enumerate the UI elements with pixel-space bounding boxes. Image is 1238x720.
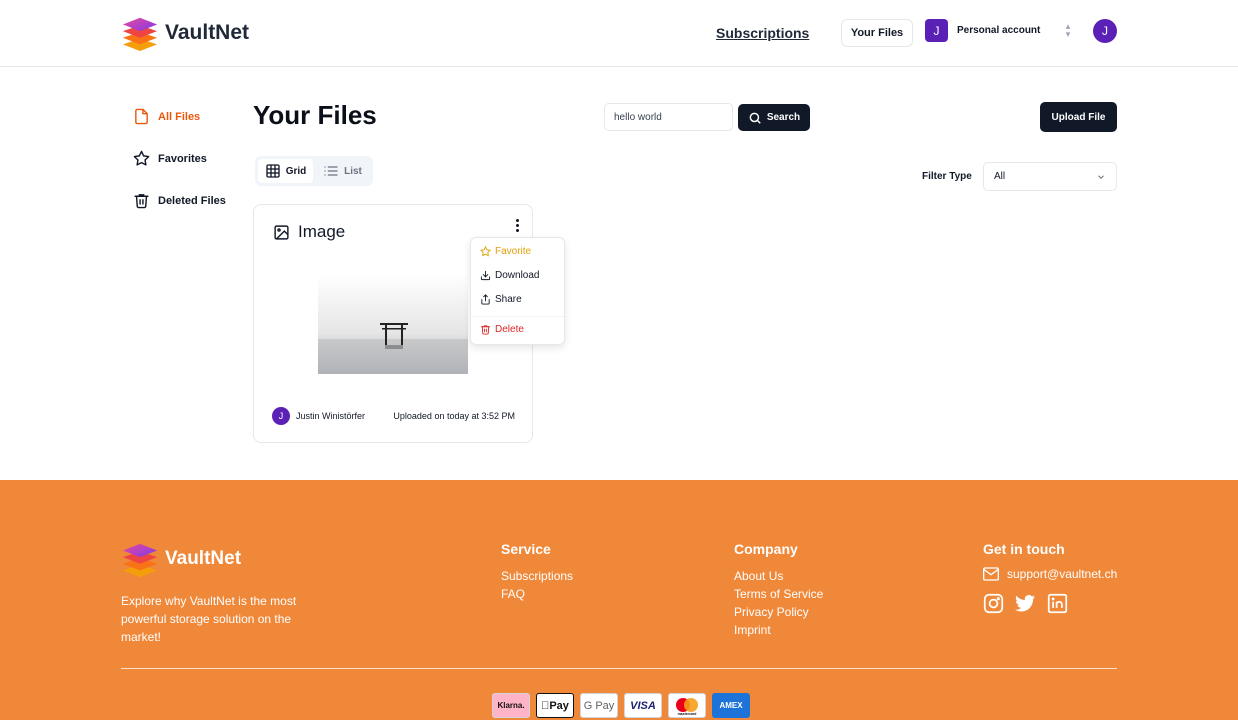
amex-icon: AMEX	[712, 693, 750, 718]
your-files-button[interactable]: Your Files	[841, 19, 913, 47]
download-icon	[480, 270, 491, 281]
brand-name: VaultNet	[165, 21, 250, 44]
view-toggle: Grid List	[255, 156, 373, 186]
footer-link-terms[interactable]: Terms of Service	[734, 585, 823, 603]
menu-item-delete[interactable]: Delete	[480, 324, 524, 335]
logo-icon	[122, 543, 158, 578]
mail-icon	[983, 567, 999, 581]
footer-company-column: Company About Us Terms of Service Privac…	[734, 541, 823, 639]
mastercard-icon: mastercard	[668, 693, 706, 718]
filter-type-label: Filter Type	[922, 171, 972, 182]
linkedin-icon[interactable]	[1047, 593, 1068, 614]
account-label: Personal account	[957, 25, 1041, 36]
file-icon	[135, 108, 148, 125]
footer-brand-name: VaultNet	[165, 548, 242, 569]
uploader-name: Justin Winistörfer	[296, 411, 366, 421]
grid-icon	[266, 164, 280, 178]
file-card-header: Image	[273, 222, 345, 242]
footer-service-heading: Service	[501, 541, 551, 557]
menu-item-label: Favorite	[495, 246, 532, 257]
account-initial: J	[925, 19, 948, 42]
search-icon	[749, 112, 761, 124]
footer-link-privacy[interactable]: Privacy Policy	[734, 603, 823, 621]
filter-type-select[interactable]: All	[983, 162, 1117, 191]
page-title: Your Files	[253, 100, 377, 130]
sidebar-item-label: All Files	[158, 110, 201, 123]
nav-subscriptions[interactable]: Subscriptions	[716, 25, 809, 41]
footer-service-column: Service Subscriptions FAQ	[501, 541, 573, 603]
uploader: J Justin Winistörfer	[272, 407, 365, 425]
trash-icon	[480, 325, 491, 335]
menu-item-label: Delete	[495, 324, 524, 335]
twitter-icon[interactable]	[1015, 593, 1036, 614]
search-button[interactable]: Search	[738, 104, 810, 131]
top-header: VaultNet Subscriptions Your Files J Pers…	[0, 0, 1238, 67]
view-list-label: List	[344, 165, 362, 177]
footer-email-text: support@vaultnet.ch	[1007, 567, 1118, 581]
footer-email[interactable]: support@vaultnet.ch	[983, 567, 1117, 581]
file-type-label: Image	[298, 222, 346, 241]
account-switcher[interactable]: J Personal account	[925, 19, 1040, 42]
filter-type-value: All	[994, 171, 1006, 182]
footer-link-faq[interactable]: FAQ	[501, 585, 573, 603]
brand-logo[interactable]: VaultNet	[121, 13, 249, 53]
site-footer: VaultNet Explore why VaultNet is the mos…	[0, 480, 1238, 720]
social-links	[983, 593, 1117, 614]
list-icon	[324, 166, 338, 176]
apple-pay-label: 	[541, 700, 549, 712]
visa-icon: VISA	[624, 693, 662, 718]
footer-contact-column: Get in touch support@vaultnet.ch	[983, 541, 1117, 614]
sidebar-item-favorites[interactable]: Favorites	[133, 150, 207, 167]
view-grid-label: Grid	[285, 165, 307, 177]
upload-file-button[interactable]: Upload File	[1040, 102, 1117, 132]
sidebar-item-label: Deleted Files	[158, 194, 226, 207]
user-avatar[interactable]: J	[1093, 19, 1117, 43]
sidebar-item-deleted-files[interactable]: Deleted Files	[133, 192, 226, 209]
footer-link-imprint[interactable]: Imprint	[734, 621, 823, 639]
file-actions-menu: Favorite Download Share Delete	[470, 237, 565, 345]
payment-methods: Klarna. Pay G Pay VISA mastercard AMEX	[492, 693, 750, 718]
upload-timestamp: Uploaded on today at 3:52 PM	[393, 411, 515, 421]
footer-tagline: Explore why VaultNet is the most powerfu…	[121, 594, 297, 644]
file-thumbnail[interactable]	[318, 274, 468, 374]
view-grid-button[interactable]: Grid	[258, 159, 313, 183]
menu-divider	[471, 316, 564, 317]
footer-divider	[121, 668, 1117, 669]
star-icon	[480, 246, 491, 257]
footer-link-about[interactable]: About Us	[734, 567, 823, 585]
chevron-down-icon	[1098, 174, 1104, 179]
footer-contact-heading: Get in touch	[983, 541, 1065, 557]
google-pay-icon: G Pay	[580, 693, 618, 718]
image-icon	[274, 224, 289, 240]
search-input[interactable]	[604, 103, 733, 131]
footer-logo[interactable]: VaultNet	[121, 539, 241, 579]
menu-item-download[interactable]: Download	[480, 270, 539, 281]
menu-item-share[interactable]: Share	[480, 294, 522, 305]
sidebar-item-all-files[interactable]: All Files	[133, 108, 200, 125]
apple-pay-icon: Pay	[536, 693, 574, 718]
uploader-avatar: J	[272, 407, 290, 425]
search-button-label: Search	[766, 112, 801, 123]
star-icon	[133, 150, 150, 166]
menu-item-label: Download	[495, 270, 540, 281]
file-card-footer: J Justin Winistörfer Uploaded on today a…	[272, 407, 515, 425]
instagram-icon[interactable]	[983, 593, 1004, 614]
chevron-updown-icon[interactable]: ▴ ▾	[1062, 22, 1074, 40]
klarna-icon: Klarna.	[492, 693, 530, 718]
footer-link-subscriptions[interactable]: Subscriptions	[501, 567, 573, 585]
svg-text:mastercard: mastercard	[678, 712, 697, 716]
sidebar-item-label: Favorites	[158, 152, 207, 165]
footer-company-heading: Company	[734, 541, 798, 557]
menu-item-favorite[interactable]: Favorite	[480, 246, 531, 257]
logo-icon	[122, 17, 158, 52]
share-icon	[481, 294, 490, 305]
more-vertical-icon[interactable]	[512, 217, 522, 233]
view-list-button[interactable]: List	[315, 159, 370, 183]
trash-icon	[134, 194, 149, 209]
menu-item-label: Share	[495, 294, 522, 305]
